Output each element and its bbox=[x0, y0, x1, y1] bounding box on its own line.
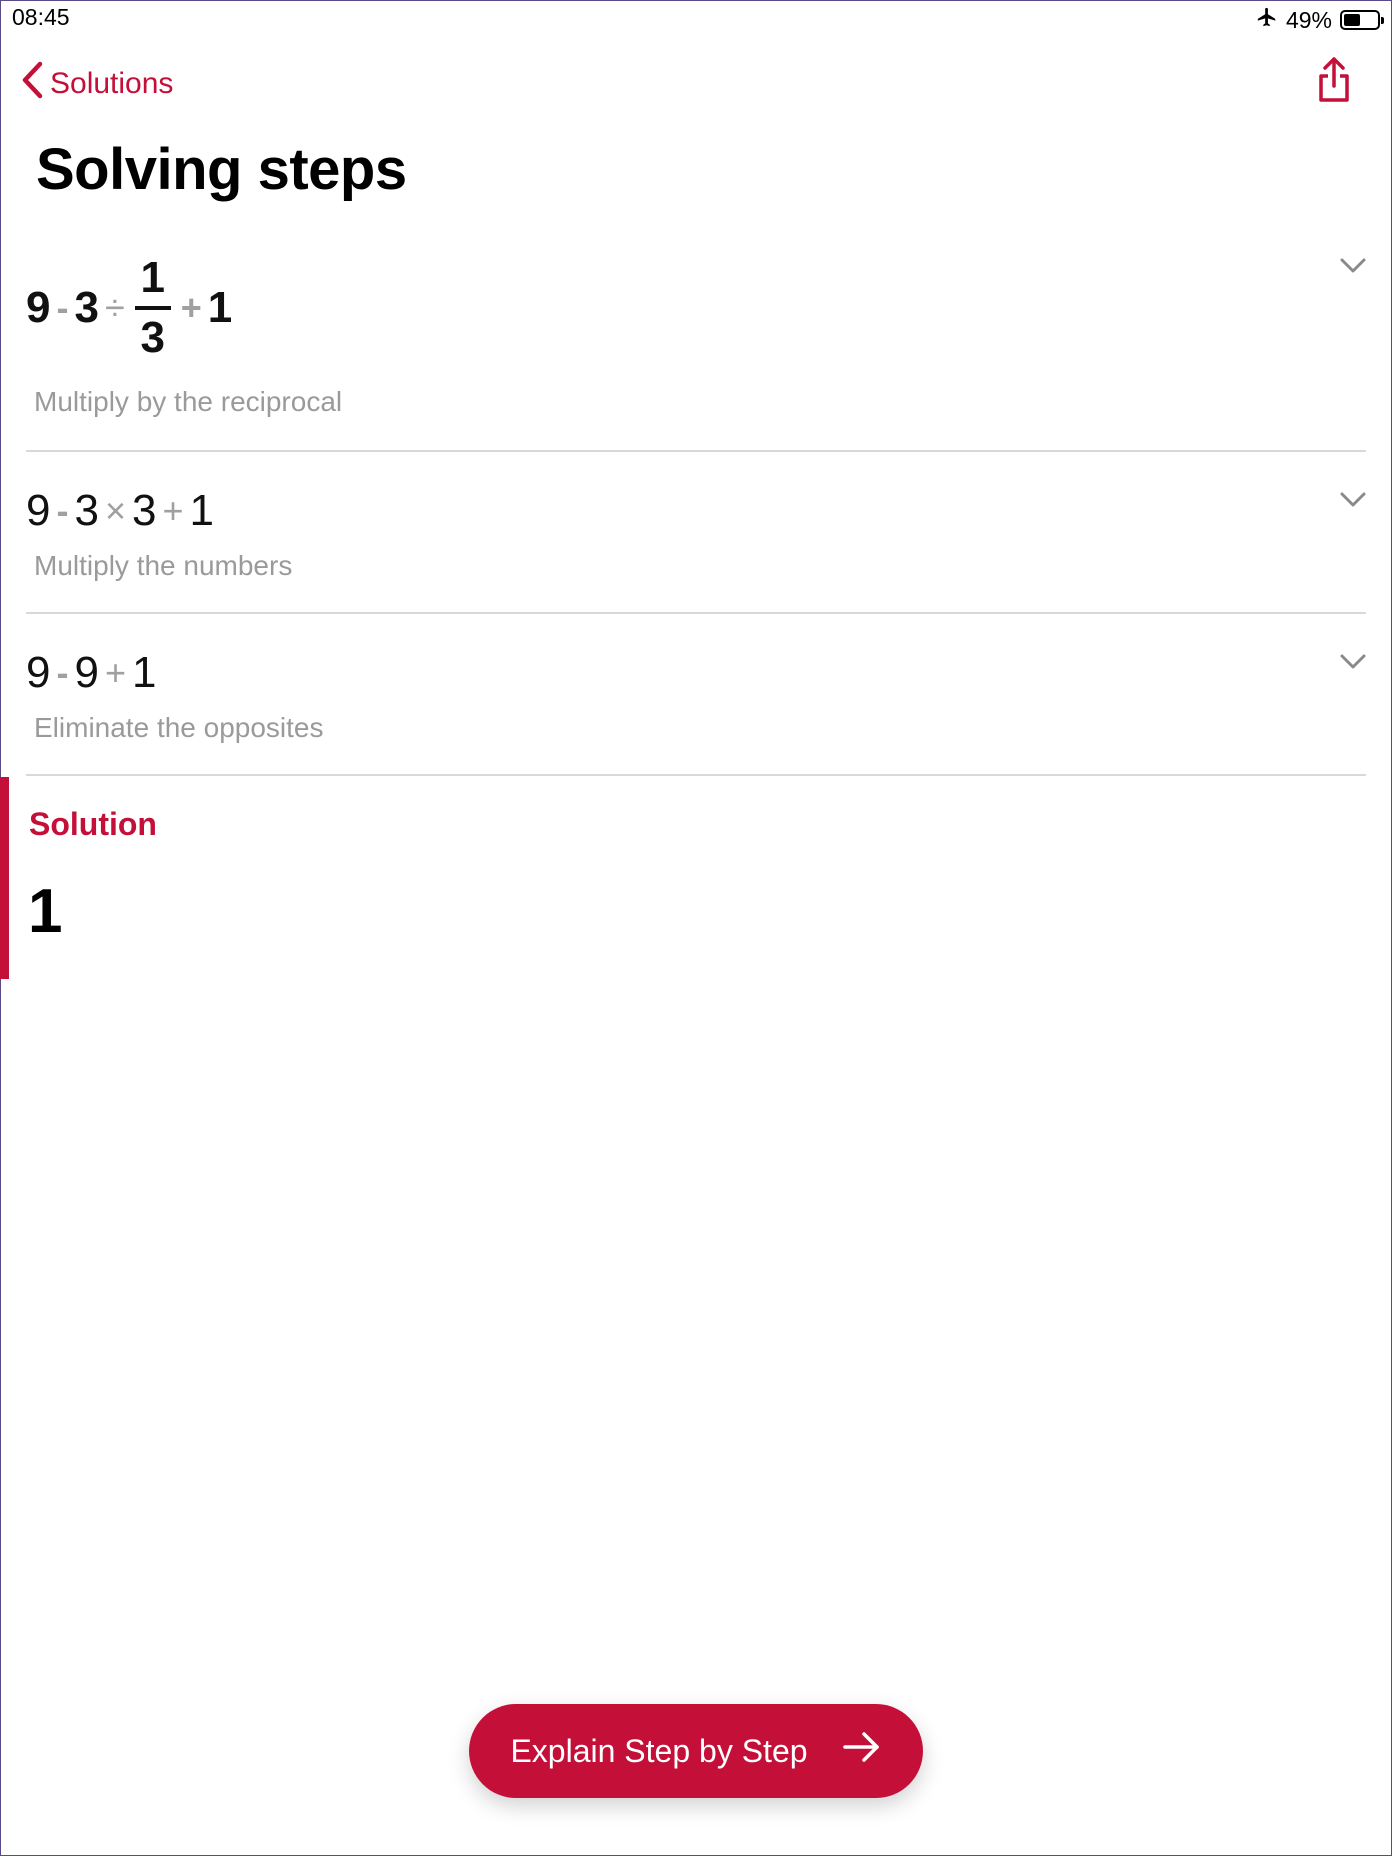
fraction-denominator: 3 bbox=[140, 313, 165, 362]
status-right: 49% bbox=[1256, 6, 1384, 34]
back-label: Solutions bbox=[50, 67, 174, 100]
chevron-down-icon[interactable] bbox=[1340, 492, 1366, 513]
chevron-left-icon bbox=[20, 60, 44, 108]
expr-operator: + bbox=[180, 287, 202, 328]
expr-number: 3 bbox=[132, 486, 157, 535]
expr-fraction: 1 3 bbox=[134, 253, 171, 362]
expr-operator: ÷ bbox=[104, 287, 125, 328]
page-title: Solving steps bbox=[36, 137, 407, 202]
arrow-right-icon bbox=[842, 1730, 882, 1772]
solution-value: 1 bbox=[28, 877, 63, 946]
expr-operator: + bbox=[104, 652, 126, 693]
expr-operator: - bbox=[56, 652, 69, 693]
battery-percent: 49% bbox=[1285, 6, 1332, 33]
explain-step-by-step-button[interactable]: Explain Step by Step bbox=[469, 1704, 923, 1798]
step-expression: 9 - 3 ÷ 1 3 + 1 bbox=[26, 256, 232, 360]
expr-number: 1 bbox=[132, 648, 157, 697]
expr-number: 9 bbox=[74, 648, 99, 697]
fraction-numerator: 1 bbox=[140, 253, 165, 302]
step-expression: 9 - 9 + 1 bbox=[26, 648, 156, 698]
step-description: Multiply the numbers bbox=[34, 550, 293, 581]
step-row-3[interactable]: 9 - 9 + 1 Eliminate the opposites bbox=[26, 612, 1366, 776]
expr-operator: + bbox=[162, 490, 184, 531]
expr-number: 1 bbox=[189, 486, 214, 535]
status-time: 08:45 bbox=[12, 4, 70, 30]
expr-operator: - bbox=[56, 490, 69, 531]
expr-operator: - bbox=[56, 287, 69, 328]
solution-accent-bar bbox=[0, 777, 9, 979]
solution-label: Solution bbox=[29, 806, 157, 842]
share-button[interactable] bbox=[1316, 56, 1352, 109]
chevron-down-icon[interactable] bbox=[1340, 258, 1366, 279]
expr-number: 1 bbox=[207, 283, 233, 332]
step-description: Eliminate the opposites bbox=[34, 712, 324, 743]
fraction-bar bbox=[134, 306, 171, 310]
cta-label: Explain Step by Step bbox=[510, 1732, 808, 1769]
step-expression: 9 - 3 × 3 + 1 bbox=[26, 486, 214, 536]
chevron-down-icon[interactable] bbox=[1340, 654, 1366, 675]
airplane-icon bbox=[1256, 6, 1278, 34]
expr-number: 9 bbox=[26, 283, 51, 332]
expr-number: 3 bbox=[74, 486, 99, 535]
battery-icon bbox=[1340, 10, 1384, 30]
expr-number: 9 bbox=[26, 648, 51, 697]
expr-number: 3 bbox=[74, 283, 99, 332]
expr-number: 9 bbox=[26, 486, 51, 535]
back-button[interactable]: Solutions bbox=[20, 60, 173, 108]
step-description: Multiply by the reciprocal bbox=[34, 386, 343, 417]
step-row-2[interactable]: 9 - 3 × 3 + 1 Multiply the numbers bbox=[26, 450, 1366, 614]
share-icon bbox=[1316, 57, 1352, 108]
expr-operator: × bbox=[104, 490, 126, 531]
step-row-1[interactable]: 9 - 3 ÷ 1 3 + 1 Multiply by the reciproc… bbox=[26, 236, 1366, 452]
